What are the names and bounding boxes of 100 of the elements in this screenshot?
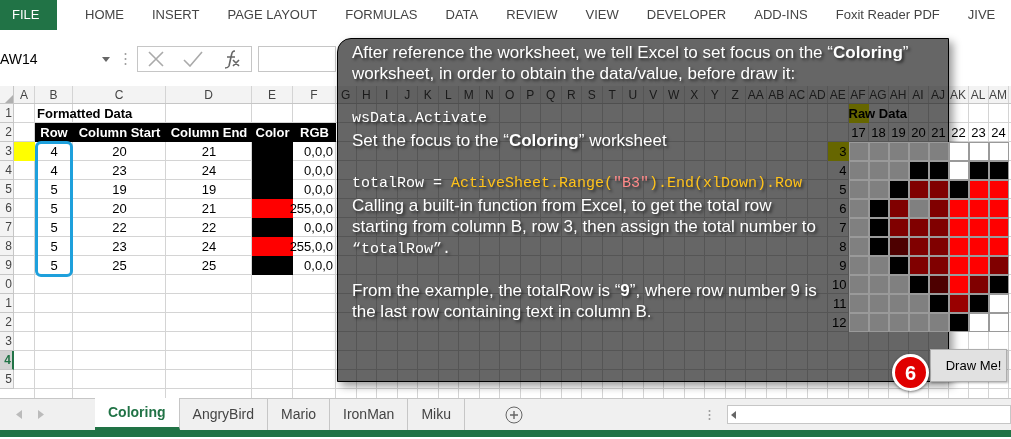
drag-handle-icon: [124, 52, 127, 66]
table-cell-text: 23: [111, 237, 128, 256]
row-header[interactable]: 9: [0, 256, 14, 275]
column-number: 21: [930, 123, 947, 142]
ribbon-tab[interactable]: DATA: [445, 0, 479, 30]
table-cell-text: 19: [200, 180, 218, 199]
table-cell-text: 0,0,0: [303, 142, 334, 161]
close-icon[interactable]: [147, 50, 166, 68]
ribbon-tab[interactable]: REVIEW: [506, 0, 558, 30]
formula-input[interactable]: [258, 46, 336, 72]
row-header[interactable]: 4: [0, 351, 14, 370]
table-cell-text: 5: [49, 218, 59, 237]
row-label: 5: [838, 180, 848, 199]
table-cell-text: 5: [49, 256, 59, 275]
row-header[interactable]: 0: [0, 275, 14, 294]
row-label: 8: [838, 237, 848, 256]
caret-icon: [102, 56, 110, 62]
row-header[interactable]: 6: [0, 199, 14, 218]
column-number: 17: [850, 123, 867, 142]
column-number: 18: [870, 123, 887, 142]
callout-text: From the example, the totalRow is “9”, where row number 9 is the last row containing text in column B.: [352, 280, 818, 322]
horizontal-scrollbar[interactable]: [726, 405, 1011, 424]
ribbon-tab[interactable]: DEVELOPER: [646, 0, 727, 30]
table-cell-text: 19: [111, 180, 128, 199]
table-cell-text: 5: [49, 180, 59, 199]
column-heading: Color: [252, 123, 293, 142]
code-line: totalRow = ActiveSheet.Range("B3").End(xlDown).Row: [352, 174, 804, 194]
callout-text: Set the focus to the “Coloring” worksheet: [352, 130, 668, 151]
row-header[interactable]: 2: [0, 123, 14, 142]
column-header[interactable]: E: [252, 86, 293, 103]
column-header[interactable]: AM: [988, 86, 1009, 103]
table-cell-text: 5: [49, 237, 59, 256]
row-header[interactable]: 4: [0, 161, 14, 180]
table-cell-text: 21: [200, 199, 218, 218]
scroll-right-icon[interactable]: [38, 410, 44, 419]
column-heading: RGB: [293, 123, 336, 142]
drag-handle-icon[interactable]: [707, 408, 711, 421]
draw-button[interactable]: Draw Me!: [930, 349, 1007, 382]
table-title: Formatted Data: [36, 104, 134, 123]
table-cell-text: 20: [111, 142, 128, 161]
row-label: 6: [838, 199, 848, 218]
column-heading: Row: [35, 123, 73, 142]
sheet-tab[interactable]: Coloring: [95, 398, 180, 430]
row-label: 4: [838, 161, 848, 180]
row-header[interactable]: 7: [0, 218, 14, 237]
table-cell-text: 22: [111, 218, 128, 237]
column-header[interactable]: D: [166, 86, 252, 103]
table-cell-text: 4: [49, 142, 59, 161]
ribbon-tab[interactable]: JIVE: [967, 0, 996, 30]
ribbon-tab[interactable]: FILE: [0, 0, 57, 30]
row-label: 12: [831, 313, 848, 332]
row-header[interactable]: 8: [0, 237, 14, 256]
row-label: 10: [831, 275, 848, 294]
row-label: 3: [828, 142, 849, 161]
row-header[interactable]: 1: [0, 104, 14, 123]
ribbon-tab[interactable]: ADD-INS: [754, 0, 808, 30]
callout-text: After reference the worksheet, we tell Excel to set focus on the “Coloring” worksheet, in order to obtain the data/value, before draw it:: [352, 42, 910, 84]
ribbon-tab[interactable]: PAGE LAYOUT: [227, 0, 318, 30]
ribbon-tab[interactable]: INSERT: [152, 0, 200, 30]
column-number: 19: [890, 123, 907, 142]
row-header[interactable]: 2: [0, 313, 14, 332]
table-cell-text: 25: [200, 256, 218, 275]
table-cell-text: 0,0,0: [303, 256, 334, 275]
table-cell-text: 20: [111, 199, 128, 218]
column-header[interactable]: AK: [948, 86, 969, 103]
column-header[interactable]: B: [35, 86, 73, 103]
table-cell-text: 21: [200, 142, 218, 161]
code-line: wsData.Activate: [352, 109, 489, 129]
row-header[interactable]: 1: [0, 294, 14, 313]
row-header[interactable]: 3: [0, 332, 14, 351]
row-header[interactable]: 5: [0, 180, 14, 199]
column-header[interactable]: F: [293, 86, 336, 103]
column-header[interactable]: A: [14, 86, 35, 103]
table-cell-text: 5: [49, 199, 59, 218]
row-header[interactable]: 5: [0, 370, 14, 389]
table-cell-text: 25: [111, 256, 128, 275]
column-number: 24: [990, 123, 1007, 142]
table-cell-text: 24: [200, 161, 218, 180]
table-cell-text: 0,0,0: [303, 180, 334, 199]
table-cell-text: 24: [200, 237, 218, 256]
ribbon-tab[interactable]: HOME: [85, 0, 124, 30]
column-heading: Column End: [166, 123, 252, 142]
ribbon-tab[interactable]: Foxit Reader PDF: [835, 0, 940, 30]
row-label: 7: [838, 218, 848, 237]
check-icon[interactable]: [183, 51, 204, 67]
column-header[interactable]: AL: [968, 86, 989, 103]
column-number: 22: [950, 123, 967, 142]
column-number: 23: [970, 123, 987, 142]
table-cell-text: 0,0,0: [303, 218, 334, 237]
table-cell-text: 23: [111, 161, 128, 180]
column-number: 20: [910, 123, 927, 142]
table-cell-text: 4: [49, 161, 59, 180]
add-sheet-icon[interactable]: [504, 405, 523, 424]
row-header[interactable]: 3: [0, 142, 14, 161]
table-cell-text: 0,0,0: [303, 161, 334, 180]
ribbon-tab[interactable]: VIEW: [585, 0, 619, 30]
callout-text: Calling a built-in function from Excel, to get the total row starting from column B, row 3, then assign the total number to “totalRow”.: [352, 195, 817, 260]
column-header[interactable]: C: [73, 86, 166, 103]
name-box[interactable]: AW14: [0, 46, 118, 72]
ribbon-tab[interactable]: FORMULAS: [345, 0, 418, 30]
